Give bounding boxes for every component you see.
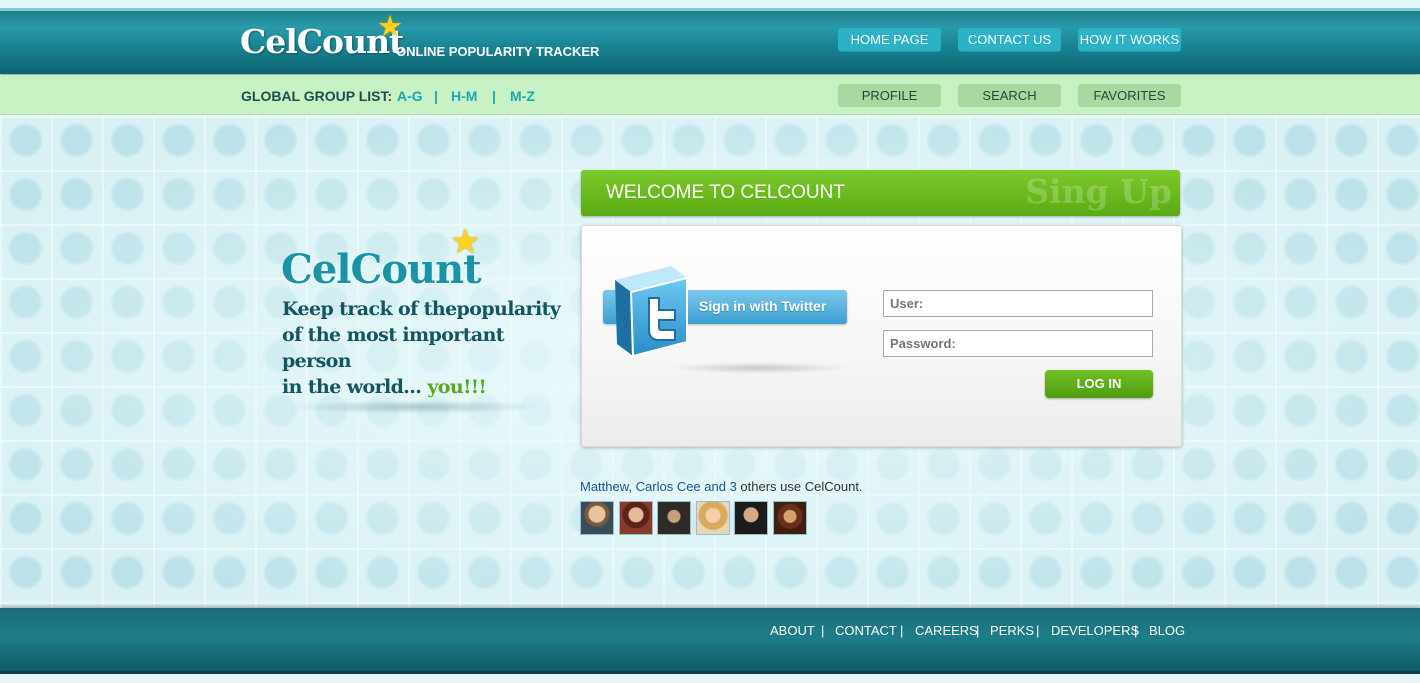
footer-separator: | bbox=[900, 623, 904, 638]
twitter-bird-icon[interactable] bbox=[613, 264, 689, 356]
nav-contact-us[interactable]: CONTACT US bbox=[958, 28, 1061, 52]
group-list-label: GLOBAL GROUP LIST: bbox=[241, 88, 393, 104]
header-tagline: ONLINE POPULARITY TRACKER bbox=[396, 44, 600, 59]
group-link-a-g[interactable]: A-G bbox=[397, 88, 423, 104]
twitter-button-label: Sign in with Twitter bbox=[699, 298, 827, 314]
footer-link-careers[interactable]: CAREERS bbox=[915, 623, 978, 638]
footer-separator: | bbox=[821, 623, 825, 638]
nav-profile[interactable]: PROFILE bbox=[838, 84, 941, 107]
signup-ghost-text: Sing Up bbox=[1025, 172, 1172, 211]
promo-line: Keep track of thepopularity bbox=[282, 298, 561, 320]
promo-shadow bbox=[285, 400, 545, 414]
nav-how-it-works[interactable]: HOW IT WORKS bbox=[1078, 28, 1181, 52]
footer-link-perks[interactable]: PERKS bbox=[990, 623, 1034, 638]
avatar[interactable] bbox=[657, 501, 691, 535]
avatar[interactable] bbox=[734, 501, 768, 535]
promo-line: in the world... you!!! bbox=[282, 374, 572, 400]
footer-link-blog[interactable]: BLOG bbox=[1149, 623, 1185, 638]
promo-line-text: in the world... bbox=[282, 376, 422, 398]
user-input[interactable] bbox=[883, 290, 1153, 317]
footer-bar bbox=[0, 608, 1420, 674]
promo-text: Keep track of thepopularity of the most … bbox=[282, 296, 572, 400]
footer-link-developers[interactable]: DEVELOPERS bbox=[1051, 623, 1139, 638]
users-suffix: others use CelCount. bbox=[736, 479, 863, 494]
footer-link-contact[interactable]: CONTACT bbox=[835, 623, 897, 638]
welcome-banner: WELCOME TO CELCOUNT Sing Up bbox=[581, 170, 1180, 216]
users-count-text: Matthew, Carlos Cee and 3 others use Cel… bbox=[580, 479, 863, 494]
footer-separator: | bbox=[976, 623, 980, 638]
user-names-link[interactable]: Matthew, Carlos Cee and 3 bbox=[580, 479, 737, 494]
nav-search[interactable]: SEARCH bbox=[958, 84, 1061, 107]
twitter-button-shadow bbox=[668, 362, 850, 374]
footer-separator: | bbox=[1134, 623, 1138, 638]
group-separator: | bbox=[434, 88, 438, 104]
star-icon: ★ bbox=[377, 9, 403, 43]
avatar[interactable] bbox=[773, 501, 807, 535]
footer-separator: | bbox=[1036, 623, 1040, 638]
header-bar bbox=[0, 8, 1420, 74]
avatar[interactable] bbox=[696, 501, 730, 535]
avatar[interactable] bbox=[619, 501, 653, 535]
promo-highlight: you!!! bbox=[427, 376, 487, 398]
nav-home-page[interactable]: HOME PAGE bbox=[838, 28, 941, 52]
welcome-title: WELCOME TO CELCOUNT bbox=[606, 182, 845, 203]
star-icon: ★ bbox=[450, 222, 481, 262]
footer-link-about[interactable]: ABOUT bbox=[770, 623, 815, 638]
nav-favorites[interactable]: FAVORITES bbox=[1078, 84, 1181, 107]
group-link-h-m[interactable]: H-M bbox=[451, 88, 477, 104]
log-in-button[interactable]: LOG IN bbox=[1045, 370, 1153, 398]
group-bar bbox=[0, 75, 1420, 115]
password-input[interactable] bbox=[883, 330, 1153, 357]
promo-line: of the most important person bbox=[282, 324, 505, 372]
avatar[interactable] bbox=[580, 501, 614, 535]
group-link-m-z[interactable]: M-Z bbox=[510, 88, 535, 104]
group-separator: | bbox=[492, 88, 496, 104]
